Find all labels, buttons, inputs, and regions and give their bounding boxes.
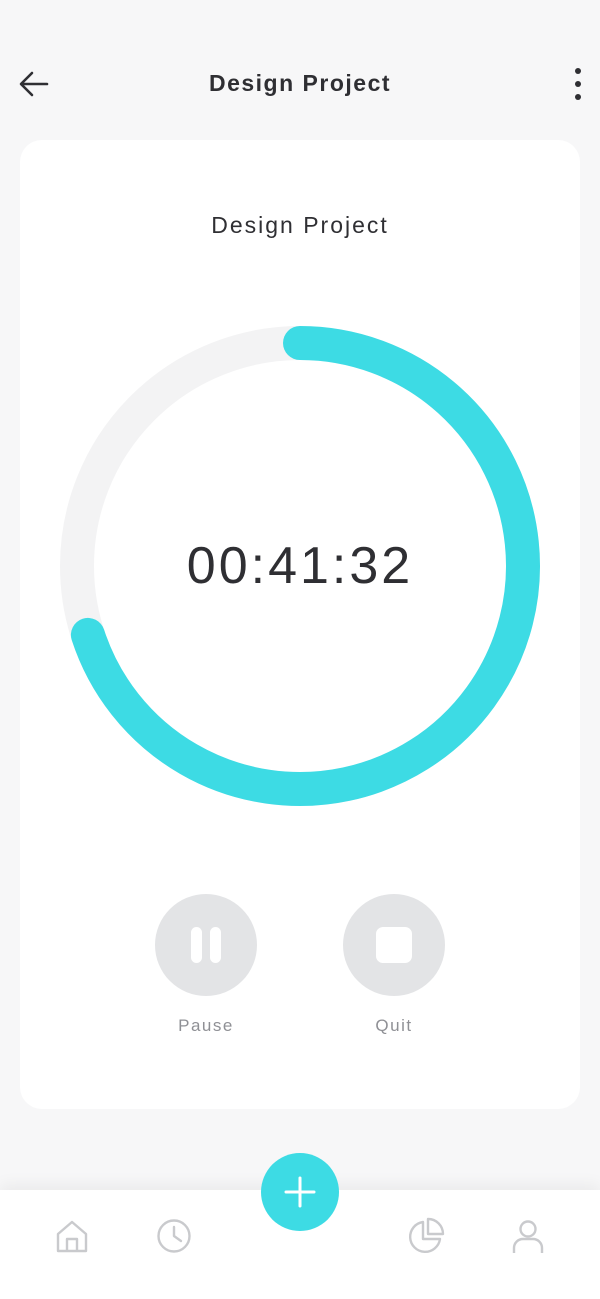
quit-button[interactable] <box>343 894 445 996</box>
page-title: Design Project <box>208 70 392 96</box>
pause-button[interactable] <box>155 894 257 996</box>
more-vertical-icon <box>575 68 581 100</box>
project-title: Design Project <box>211 212 389 238</box>
nav-profile[interactable] <box>506 1214 550 1258</box>
add-button[interactable] <box>261 1153 339 1231</box>
top-app-bar: Design Project <box>0 0 600 140</box>
pause-icon <box>191 927 221 963</box>
pause-label: Pause <box>178 1016 234 1035</box>
nav-statistics[interactable] <box>404 1214 448 1258</box>
elapsed-time: 00:41:32 <box>186 537 414 595</box>
user-icon <box>512 1220 544 1253</box>
nav-history[interactable] <box>152 1214 196 1258</box>
more-options-button[interactable] <box>558 64 598 104</box>
clock-icon <box>157 1219 191 1253</box>
pie-chart-icon <box>408 1217 445 1254</box>
stop-icon <box>376 927 412 963</box>
home-icon <box>56 1220 88 1253</box>
plus-icon <box>284 1176 316 1208</box>
quit-label: Quit <box>375 1016 413 1035</box>
nav-home[interactable] <box>50 1214 94 1258</box>
